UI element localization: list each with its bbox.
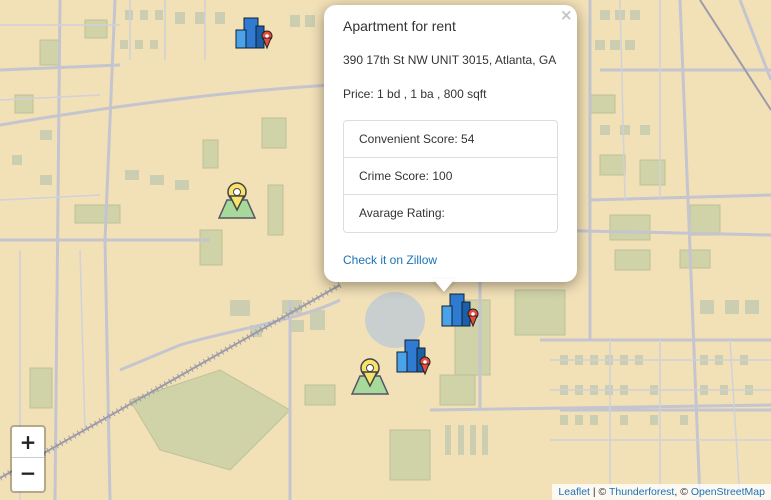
listing-price: Price: 1 bd , 1 ba , 800 sqft xyxy=(343,87,487,101)
score-list: Convenient Score: 54 Crime Score: 100 Av… xyxy=(343,120,558,233)
close-icon[interactable]: × xyxy=(560,7,573,23)
convenient-score: Convenient Score: 54 xyxy=(344,121,557,158)
zoom-control: + − xyxy=(10,425,46,493)
crime-score: Crime Score: 100 xyxy=(344,158,557,195)
zillow-link[interactable]: Check it on Zillow xyxy=(343,253,437,267)
average-rating: Avarage Rating: xyxy=(359,206,445,220)
zoom-in-button[interactable]: + xyxy=(12,427,44,458)
thunderforest-link[interactable]: Thunderforest xyxy=(609,486,674,498)
popup-title: Apartment for rent xyxy=(343,18,456,34)
attribution-separator: | © xyxy=(589,486,609,498)
popup-tip xyxy=(433,279,455,292)
attribution-separator: , © xyxy=(674,486,691,498)
zoom-out-button[interactable]: − xyxy=(12,458,44,488)
listing-address: 390 17th St NW UNIT 3015, Atlanta, GA xyxy=(343,53,557,67)
leaflet-link[interactable]: Leaflet xyxy=(558,486,590,498)
openstreetmap-link[interactable]: OpenStreetMap xyxy=(691,486,765,498)
map-attribution: Leaflet | © Thunderforest, © OpenStreetM… xyxy=(552,484,771,500)
